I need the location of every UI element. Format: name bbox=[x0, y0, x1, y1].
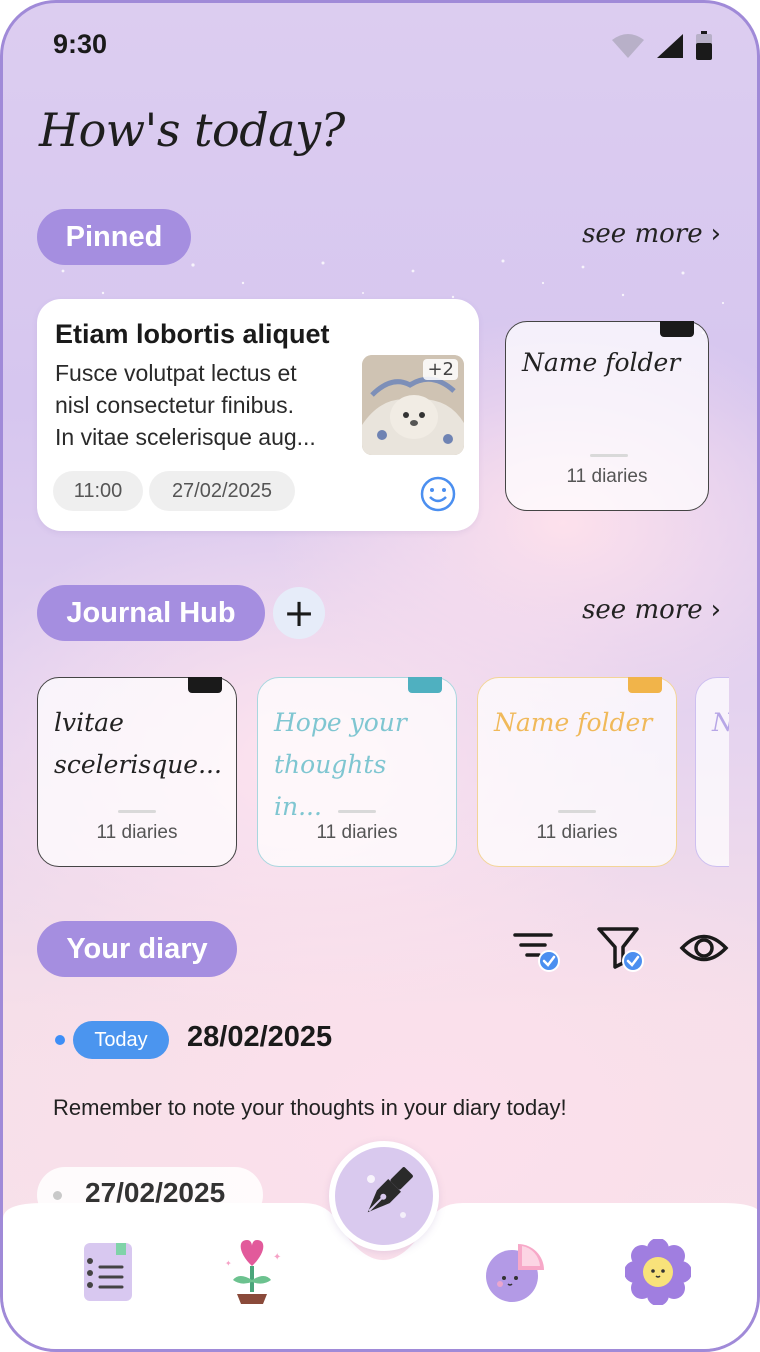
journal-hub-label: Journal Hub bbox=[37, 585, 265, 641]
chevron-right-icon: › bbox=[710, 595, 721, 625]
folder-name: lvitae scelerisque... bbox=[54, 702, 222, 786]
folder-divider bbox=[118, 810, 156, 813]
folder-count: 11 diaries bbox=[566, 466, 648, 487]
pinned-diary-card[interactable]: Etiam lobortis aliquet Fusce volutpat le… bbox=[37, 299, 479, 531]
diary-list-icon bbox=[84, 1243, 132, 1301]
diary-reminder-text: Remember to note your thoughts in your d… bbox=[53, 1095, 567, 1120]
wifi-icon bbox=[612, 34, 644, 58]
today-badge: Today bbox=[73, 1021, 169, 1059]
sort-filter-icon[interactable] bbox=[511, 925, 563, 973]
write-diary-button[interactable] bbox=[329, 1141, 439, 1251]
status-time: 9:30 bbox=[53, 29, 108, 59]
pinned-folder-card[interactable]: Name folder 11 diaries bbox=[505, 321, 709, 511]
folder-divider bbox=[590, 454, 628, 457]
pen-nib-icon bbox=[367, 1167, 413, 1218]
status-icons bbox=[611, 31, 713, 61]
diary-excerpt: Fusce volutpat lectus et nisl consectetu… bbox=[55, 357, 355, 453]
folder-tab bbox=[628, 677, 662, 693]
folder-divider bbox=[338, 810, 376, 813]
excerpt-line: In vitae scelerisque aug... bbox=[55, 424, 316, 450]
your-diary-label: Your diary bbox=[37, 921, 237, 977]
time-chip: 11:00 bbox=[53, 471, 143, 511]
excerpt-line: nisl consectetur finibus. bbox=[55, 392, 295, 418]
date-chip: 27/02/2025 bbox=[149, 471, 295, 511]
phone-screen: 9:30 How's today? Pinned see more › Etia… bbox=[0, 0, 760, 1352]
folder-name-line: lvitae bbox=[54, 708, 124, 737]
pie-chart-icon bbox=[486, 1244, 544, 1302]
smile-icon bbox=[420, 476, 456, 512]
heart-plant-icon: ✦ ✦ bbox=[225, 1240, 281, 1304]
folder-name-line: Name folder bbox=[494, 708, 653, 737]
chevron-right-icon: › bbox=[710, 219, 721, 249]
svg-text:✦: ✦ bbox=[225, 1259, 232, 1268]
folder-name-line: thoughts in... bbox=[274, 750, 387, 821]
add-journal-button[interactable]: + bbox=[273, 587, 325, 639]
folder-name-line: scelerisque... bbox=[54, 750, 222, 779]
extra-photos-count: +2 bbox=[423, 359, 458, 380]
journal-folder-card[interactable]: lvitae scelerisque... 11 diaries bbox=[37, 677, 237, 867]
folder-name: Name folder bbox=[522, 348, 681, 377]
see-more-label: see more bbox=[582, 595, 703, 625]
nav-statistics[interactable] bbox=[481, 1239, 549, 1305]
folder-name-line: N bbox=[712, 702, 729, 744]
journal-folder-card[interactable]: Hope your thoughts in... 11 diaries bbox=[257, 677, 457, 867]
nav-mood-garden[interactable]: ✦ ✦ bbox=[217, 1235, 287, 1307]
today-date: 28/02/2025 bbox=[187, 1021, 333, 1053]
folder-count: 11 diaries bbox=[536, 822, 618, 843]
today-dot bbox=[55, 1035, 65, 1045]
journal-hub-see-more-link[interactable]: see more › bbox=[582, 595, 721, 625]
folder-count: 11 diaries bbox=[96, 822, 178, 843]
svg-text:✦: ✦ bbox=[273, 1252, 281, 1263]
folder-tab bbox=[188, 677, 222, 693]
journal-folder-card-peek[interactable]: N bbox=[695, 677, 729, 869]
funnel-filter-icon[interactable] bbox=[595, 923, 647, 973]
diary-title: Etiam lobortis aliquet bbox=[55, 319, 330, 349]
pinned-see-more-link[interactable]: see more › bbox=[582, 219, 721, 249]
pinned-label: Pinned bbox=[37, 209, 191, 265]
folder-count: 11 diaries bbox=[316, 822, 398, 843]
folder-name: N bbox=[712, 702, 729, 744]
battery-icon bbox=[696, 31, 712, 60]
diary-photo-thumbnail[interactable]: +2 bbox=[362, 355, 464, 455]
eye-icon[interactable] bbox=[679, 925, 729, 971]
folder-name-line: Hope your bbox=[274, 708, 407, 737]
nav-profile[interactable] bbox=[623, 1237, 693, 1307]
journal-folder-card[interactable]: Name folder 11 diaries bbox=[477, 677, 677, 867]
folder-name: Name folder bbox=[494, 702, 662, 744]
page-title: How's today? bbox=[39, 103, 345, 157]
see-more-label: see more bbox=[582, 219, 703, 249]
excerpt-line: Fusce volutpat lectus et bbox=[55, 360, 297, 386]
folder-tab bbox=[660, 321, 694, 337]
flower-icon bbox=[625, 1239, 691, 1305]
folder-divider bbox=[558, 810, 596, 813]
folder-tab bbox=[408, 677, 442, 693]
plus-icon: + bbox=[283, 591, 315, 635]
journal-folder-card[interactable]: N bbox=[695, 677, 729, 867]
signal-icon bbox=[657, 34, 683, 58]
nav-diary-list[interactable] bbox=[75, 1237, 141, 1307]
